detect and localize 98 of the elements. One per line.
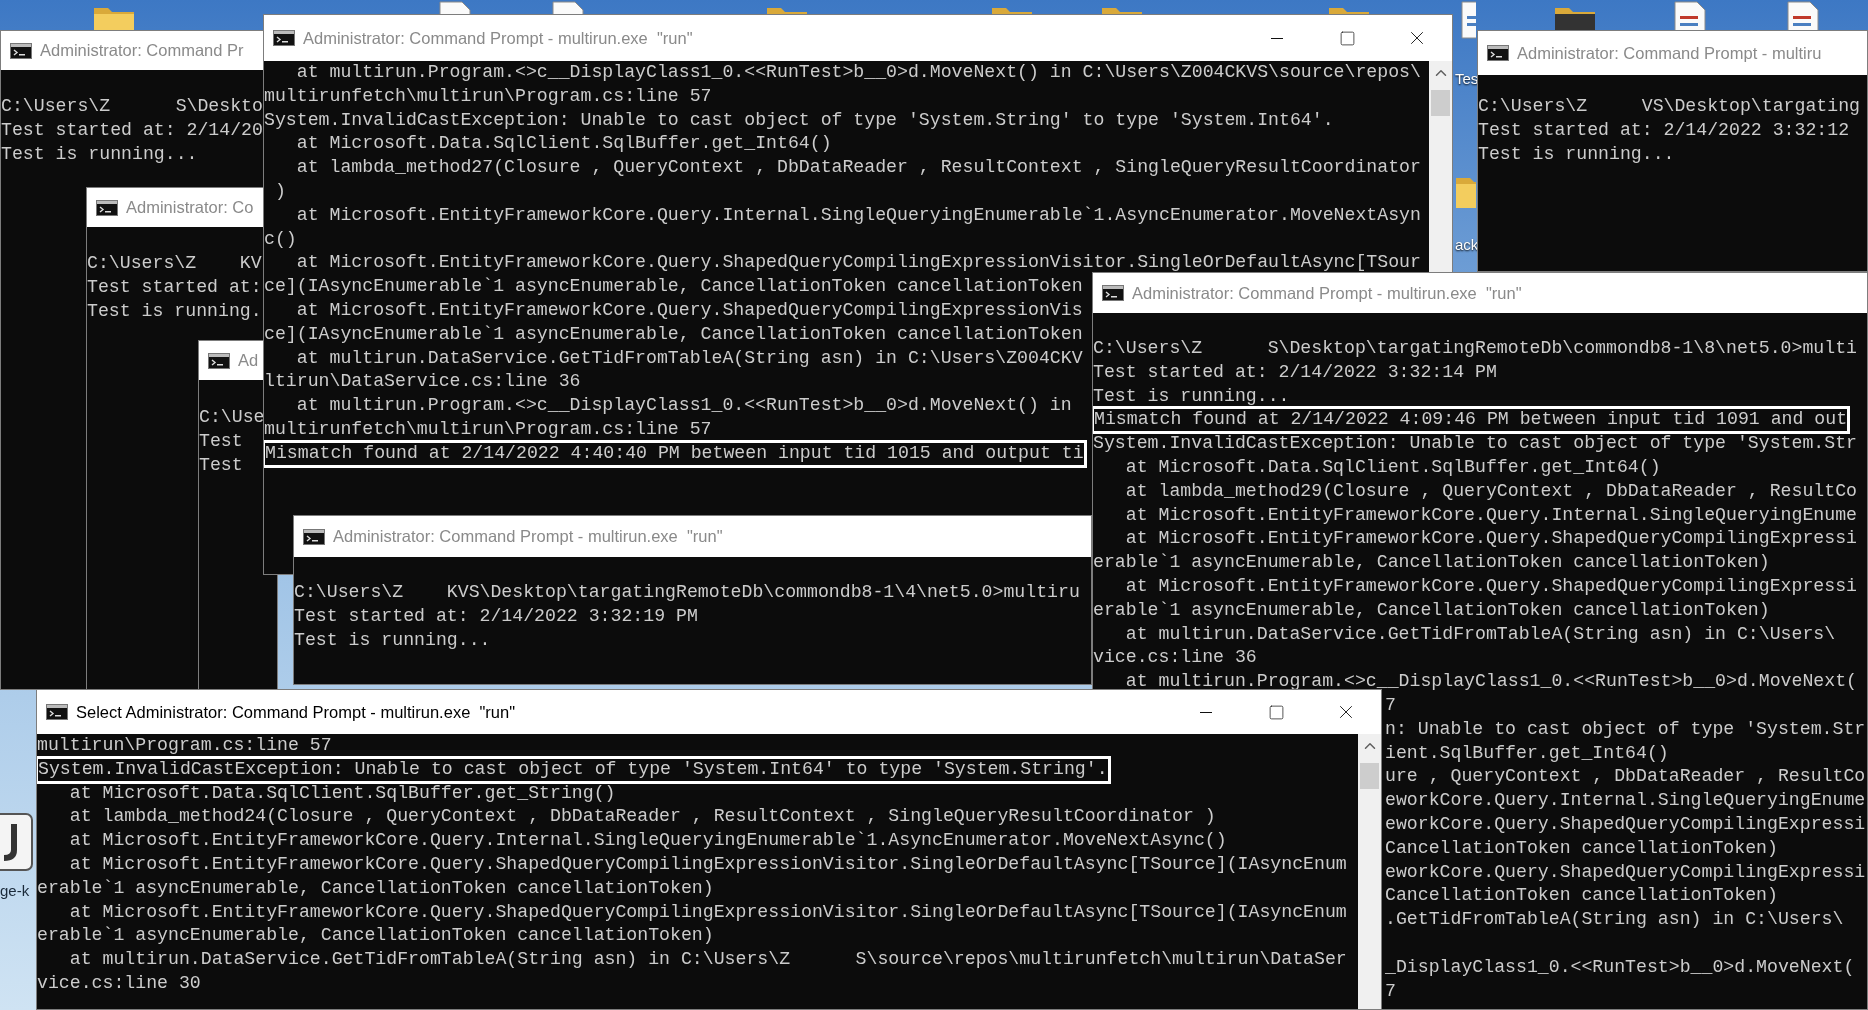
console-line: 7 <box>1385 693 1396 717</box>
console-line: at Microsoft.EntityFrameworkCore.Query.ShapedQueryCompilingExpressionVisitor.SingleOrDefaultAsync[TSource](IAsyncEnum <box>68 900 1347 924</box>
scrollbar[interactable] <box>1358 734 1381 1009</box>
console-line: at lambda_method24(Closure , QueryContext , DbDataReader , ResultContext , SingleQueryResultCoordinator ) <box>68 805 1216 829</box>
console-line: ce](IAsyncEnumerable`1 asyncEnumerable, CancellationToken cancellationToken <box>264 275 1083 299</box>
window-title: Administrator: Command Prompt - multiru <box>1517 42 1822 64</box>
console-line: Test <box>199 453 243 477</box>
console-line: at Microsoft.EntityFrameworkCore.Query.ShapedQueryCompilingExpressi <box>1124 527 1857 551</box>
console-line: CancellationToken cancellationToken) <box>1385 884 1778 908</box>
console-icon <box>96 199 118 216</box>
console-line: CancellationToken cancellationToken) <box>1385 836 1778 860</box>
console-line: at multirun.Program.<>c__DisplayClass1_0.<<RunTest>b__0>d.MoveNext( <box>1124 670 1857 694</box>
maximize-icon <box>1338 29 1356 47</box>
console-line: at Microsoft.EntityFrameworkCore.Query.Internal.SingleQueryingEnume <box>1124 503 1857 527</box>
desktop-icon-label: Tes <box>1455 69 1479 89</box>
window-title: Administrator: Command Prompt - multirun.exe "run" <box>303 27 693 49</box>
window-title: Administrator: Command Pr <box>40 40 244 62</box>
console-line: C:\Users\Z VS\Desktop\targating <box>1478 95 1860 118</box>
console-line: at multirun.DataService.GetTidFromTableA(String asn) in C:\Users\Z S\source\repos\multirunfetch\multirun\DataSer <box>68 948 1347 972</box>
console-line: Test is running... <box>1478 142 1675 166</box>
scrollbar-thumb[interactable] <box>1360 763 1379 789</box>
console-line: Test is running... <box>1093 384 1290 408</box>
console-line: Test started at: 2/14/2022 3:32:14 PM <box>1093 360 1497 384</box>
console-line: eworkCore.Query.ShapedQueryCompilingExpressi <box>1385 860 1866 884</box>
minimize-icon <box>1271 37 1283 39</box>
console-line: n: Unable to cast object of type 'System.Str <box>1385 717 1866 741</box>
console-line: _DisplayClass1_0.<<RunTest>b__0>d.MoveNext( <box>1385 955 1855 979</box>
console-line: at Microsoft.EntityFrameworkCore.Query.ShapedQueryCompilingExpressionVisitor.SingleOrDefaultAsync[TSource](IAsyncEnum <box>68 853 1347 876</box>
console-line: Mismatch found at 2/14/2022 4:40:40 PM between input tid 1015 and output ti <box>264 441 1085 466</box>
console-line: Test is running... <box>1 142 198 166</box>
console-line: multirunfetch\multirun\Program.cs:line 57 <box>264 417 712 441</box>
window-title: Select Administrator: Command Prompt - multirun.exe "run" <box>76 701 516 723</box>
console-line: Test started at: 2/14/20 <box>1 118 263 142</box>
console-line: at Microsoft.EntityFrameworkCore.Query.Internal.SingleQueryingEnumerable`1.AsyncEnumerator.MoveNextAsync() <box>68 829 1227 853</box>
console-line: eworkCore.Query.Internal.SingleQueryingEnume <box>1385 789 1866 813</box>
console-line: vice.cs:line 36 <box>1093 646 1257 670</box>
console-line: at Microsoft.EntityFrameworkCore.Query.ShapedQueryCompilingExpressionVis <box>295 298 1083 322</box>
minimize-icon <box>1200 711 1212 713</box>
console-line: vice.cs:line 30 <box>37 971 201 995</box>
console-line: eworkCore.Query.ShapedQueryCompilingExpressi <box>1385 812 1866 836</box>
window-title: Ad <box>238 350 259 372</box>
console-line: C:\Users\Z KVS\Desktop\targatingRemoteDb\commondb8-1\4\net5.0>multiru <box>294 581 1080 604</box>
console-icon <box>10 42 32 59</box>
console-line: at lambda_method29(Closure , QueryContext , DbDataReader , ResultCo <box>1124 479 1857 503</box>
console-icon <box>208 352 230 369</box>
console-line: at multirun.Program.<>c__DisplayClass1_0.<<RunTest>b__0>d.MoveNext() in <box>295 394 1072 418</box>
console-line: Test is running. <box>87 299 262 323</box>
console-line: at multirun.DataService.GetTidFromTableA(String asn) in C:\Users\Z004CKV <box>295 346 1083 370</box>
console-line: ce](IAsyncEnumerable`1 asyncEnumerable, CancellationToken cancellationToken <box>264 322 1083 346</box>
console-line: multirun\Program.cs:line 57 <box>37 734 332 757</box>
console-line: C:\Users\Z S\Deskto <box>1 95 263 118</box>
window-title: Administrator: Command Prompt - multirun.exe "run" <box>1132 282 1522 304</box>
console-line: multirunfetch\multirun\Program.cs:line 57 <box>264 84 712 108</box>
console-line: Test started at: <box>87 275 262 299</box>
window-title: Administrator: Co <box>126 197 254 219</box>
console-line: at multirun.Program.<>c__DisplayClass1_0.<<RunTest>b__0>d.MoveNext() in C:\Users\Z004CKVS\source\repos\ <box>295 61 1421 84</box>
desktop-icon-label: ge-k <box>0 881 30 901</box>
console-line: C:\Use <box>199 406 265 429</box>
console-line: at Microsoft.Data.SqlClient.SqlBuffer.get_Int64() <box>295 132 832 156</box>
console-line: at Microsoft.EntityFrameworkCore.Query.ShapedQueryCompilingExpressionVisitor.SingleOrDefaultAsync[TSour <box>295 251 1421 275</box>
console-line: System.InvalidCastException: Unable to cast object of type 'System.Str <box>1093 432 1857 456</box>
console-line: System.InvalidCastException: Unable to cast object of type 'System.String' to type 'System.Int64'. <box>264 108 1334 132</box>
console-line: at Microsoft.EntityFrameworkCore.Query.ShapedQueryCompilingExpressi <box>1124 574 1857 598</box>
console-line: at multirun.DataService.GetTidFromTableA(String asn) in C:\Users\ <box>1124 622 1836 646</box>
console-icon <box>1102 285 1124 301</box>
console-line: c() <box>264 227 297 251</box>
scrollbar-thumb[interactable] <box>1431 90 1450 116</box>
console-line: ient.SqlBuffer.get_Int64() <box>1385 741 1669 765</box>
console-line: .GetTidFromTableA(String asn) in C:\Users\ <box>1385 908 1844 932</box>
console-line: ) <box>273 180 286 203</box>
app-icon[interactable] <box>0 812 36 874</box>
console-line: Test started at: 2/14/2022 3:32:19 PM <box>294 604 698 628</box>
desktop-icon-label: ack <box>1455 235 1479 255</box>
console-line: Test started at: 2/14/2022 3:32:12 <box>1478 118 1850 142</box>
console-line: at lambda_method27(Closure , QueryContext , DbDataReader , ResultContext , SingleQueryResultCoordinator <box>295 156 1421 180</box>
console-line: C:\Users\Z KV <box>87 252 262 275</box>
console-line: at Microsoft.Data.SqlClient.SqlBuffer.get_Int64() <box>1124 456 1661 479</box>
console-line: erable`1 asyncEnumerable, CancellationToken cancellationToken) <box>1093 551 1770 575</box>
console-line: erable`1 asyncEnumerable, CancellationToken cancellationToken) <box>37 924 714 948</box>
console-icon <box>303 528 325 545</box>
console-icon <box>273 30 295 46</box>
console-line: 7 <box>1385 979 1396 1003</box>
console-line: System.InvalidCastException: Unable to cast object of type 'System.Int64' to type 'System.String'. <box>37 757 1109 782</box>
maximize-icon <box>1267 703 1285 721</box>
window-title: Administrator: Command Prompt - multirun.exe "run" <box>333 526 723 548</box>
console-line: at Microsoft.Data.SqlClient.SqlBuffer.get_String() <box>68 781 616 805</box>
console-line: C:\Users\Z S\Desktop\targatingRemoteDb\commondb8-1\8\net5.0>multi <box>1093 337 1857 360</box>
console-icon <box>46 704 68 720</box>
scrollbar[interactable] <box>1429 61 1452 272</box>
console-line: ure , QueryContext , DbDataReader , ResultCo <box>1385 765 1866 789</box>
console-icon <box>1487 45 1509 61</box>
console-line: erable`1 asyncEnumerable, CancellationToken cancellationToken) <box>1093 598 1770 622</box>
console-line: ltirun\DataService.cs:line 36 <box>264 370 581 394</box>
console-line: at Microsoft.EntityFrameworkCore.Query.Internal.SingleQueryingEnumerable`1.AsyncEnumerator.MoveNextAsyn <box>295 203 1421 227</box>
console-line: Mismatch found at 2/14/2022 4:09:46 PM between input tid 1091 and out <box>1093 408 1849 433</box>
console-line: Test is running... <box>294 628 491 652</box>
console-line: erable`1 asyncEnumerable, CancellationToken cancellationToken) <box>37 876 714 900</box>
console-line: Test <box>199 429 243 453</box>
